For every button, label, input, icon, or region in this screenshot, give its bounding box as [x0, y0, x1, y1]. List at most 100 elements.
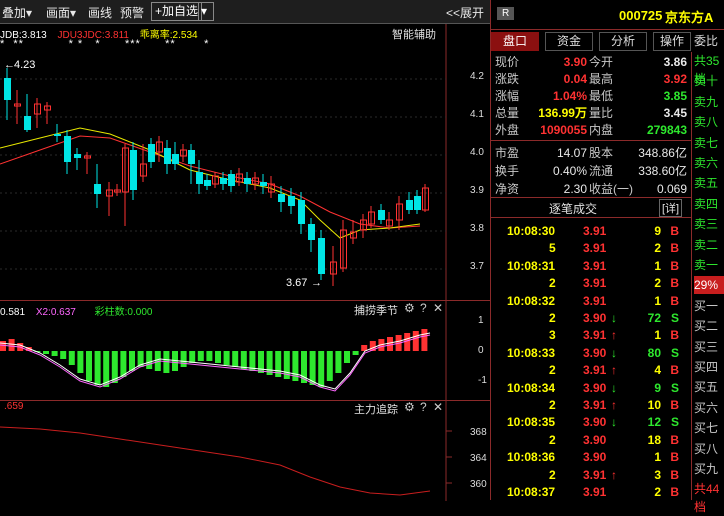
watchlist-dropdown-button[interactable]: ▾: [198, 2, 214, 21]
season-axis-tick: -1: [478, 375, 487, 386]
candle-body: [406, 200, 413, 210]
season-bar: [86, 351, 92, 381]
alert-menu[interactable]: 预警: [120, 4, 144, 21]
tick-row: 5 3.91 2 B: [549, 241, 679, 256]
tick-row: 2 3.91 ↑ 10 B: [549, 398, 679, 412]
tick-row: 2 3.91 2 B: [549, 276, 679, 291]
price-axis-tick: 3.8: [470, 223, 484, 234]
price-axis-tick: 3.7: [470, 261, 484, 272]
season-bar: [318, 351, 325, 387]
quote-label: 外盘: [495, 123, 520, 137]
season-bar: [352, 351, 359, 355]
fund-label: 股本: [589, 146, 614, 160]
chart-toolbar: 叠加▾ 画面▾ 画线 预警 +加自选 ▾ <<展开: [0, 0, 490, 24]
candle-body: [74, 154, 81, 158]
season-indicator-panel[interactable]: 0.581 X2:0.637 彩柱数:0.000 捕捞季节 ⚙ ? ✕ 1 0 -1…: [0, 300, 490, 401]
tick-row: 2 3.91 ↑ 3 B: [549, 467, 679, 482]
fund-value: 0.40%: [552, 164, 587, 178]
season-bar: [60, 351, 67, 359]
tick-row: 10:08:33 3.90 ↓ 80 S: [507, 345, 679, 360]
candle-body: [318, 238, 325, 274]
order-book-item: 卖二: [694, 237, 719, 252]
order-book-item: 买一: [694, 298, 719, 313]
kline-svg: 4.24.14.03.93.83.7 ← 4.23 3.67 →: [0, 24, 484, 300]
candle-body: [298, 200, 305, 224]
low-marker: →: [311, 277, 322, 289]
order-book-item: 买九: [694, 462, 719, 476]
overlay-menu[interactable]: 叠加▾: [2, 4, 32, 21]
order-book-item: 卖七: [694, 135, 719, 150]
order-book-item: 卖五: [694, 176, 719, 191]
order-book-item: 卖六: [694, 156, 719, 170]
quote-label: 量比: [589, 106, 614, 120]
season-bar: [215, 351, 221, 363]
season-bar: [189, 351, 196, 363]
season-bar: [404, 333, 411, 351]
draw-menu[interactable]: 画线: [88, 4, 112, 21]
order-book-item: 卖十: [694, 74, 719, 89]
fund-label: 净资: [495, 182, 520, 196]
tick-row: 10:08:32 3.91 1 B: [507, 293, 679, 308]
high-price-label: 4.23: [14, 59, 35, 71]
season-bar: [68, 351, 75, 365]
season-bar: [335, 351, 342, 373]
tick-row: 10:08:37 3.91 2 B: [507, 485, 679, 499]
candle-body: [244, 178, 251, 184]
season-bar: [94, 351, 101, 385]
expand-button[interactable]: <<展开: [446, 4, 484, 21]
order-book-item: 买四: [694, 360, 719, 374]
main-force-panel[interactable]: .659 主力追踪 ⚙ ? ✕ 368 364 360: [0, 400, 490, 501]
order-book-item: 卖三: [694, 217, 719, 232]
low-price-label: 3.67: [286, 277, 307, 289]
tick-row: 10:08:36 3.90 1 B: [507, 450, 679, 465]
candle-body: [94, 184, 101, 194]
season-bar: [146, 351, 153, 369]
candle-body: [130, 150, 137, 190]
main-force-axis-tick: 360: [470, 479, 487, 490]
main-force-axis-tick: 364: [470, 453, 487, 464]
quote-label: 现价: [495, 55, 520, 69]
candle-body: [220, 178, 227, 184]
fund-value: 348.86亿: [638, 146, 687, 160]
tick-row: 10:08:34 3.90 ↓ 9 S: [507, 380, 679, 395]
order-book-item: 买八: [694, 441, 719, 456]
tick-row: 2 3.90 ↓ 72 S: [549, 311, 679, 325]
quote-value: 279843: [646, 123, 687, 137]
view-menu[interactable]: 画面▾: [46, 4, 76, 21]
order-book-item: 卖四: [694, 196, 719, 211]
tab-operation[interactable]: 操作: [653, 32, 691, 51]
order-book-item: 卖八: [694, 115, 719, 130]
quote-value: 3.45: [663, 106, 687, 120]
candle-body: [378, 210, 385, 220]
order-book-item: 买五: [694, 380, 719, 395]
tick-row: 3 3.91 ↑ 1 B: [549, 328, 679, 343]
season-bar: [51, 351, 58, 356]
order-book-item: 卖九: [694, 94, 719, 109]
tab-handicap[interactable]: 盘口: [491, 32, 539, 51]
candle-body: [196, 172, 203, 184]
quote-label: 总量: [495, 106, 520, 120]
candle-body: [188, 150, 195, 164]
price-axis-tick: 3.9: [470, 185, 484, 196]
quote-panel: R 000725 京东方A 盘口 资金 分析 操作 现价 3.90 今开 3.8…: [490, 0, 724, 514]
candle-body: [228, 174, 235, 186]
candle-body: [24, 116, 31, 130]
fund-value: 0.069: [656, 182, 687, 196]
ticks-detail-button[interactable]: [详]: [659, 199, 683, 217]
add-watchlist-button[interactable]: +加自选: [151, 2, 203, 21]
fund-value: 14.07: [556, 146, 587, 160]
candle-body: [260, 182, 267, 186]
price-axis-tick: 4.0: [470, 147, 484, 158]
season-svg: 10-1▲: [0, 301, 487, 401]
fund-label: 流通: [589, 164, 614, 178]
order-book-header: 委比: [694, 34, 719, 48]
tab-analysis[interactable]: 分析: [599, 32, 647, 51]
tab-funds[interactable]: 资金: [545, 32, 593, 51]
order-book-item: 29%: [694, 276, 724, 295]
kline-panel[interactable]: JDB:3.813 JDU3JDC:3.811 乖离率:2.534 智能辅助 *…: [0, 24, 490, 300]
price-axis-tick: 4.2: [470, 71, 484, 82]
stock-code: 000725: [619, 8, 663, 23]
season-bar: [387, 337, 393, 351]
order-book-item: 买三: [694, 339, 719, 354]
tick-row: 10:08:35 3.90 ↓ 12 S: [507, 415, 679, 430]
